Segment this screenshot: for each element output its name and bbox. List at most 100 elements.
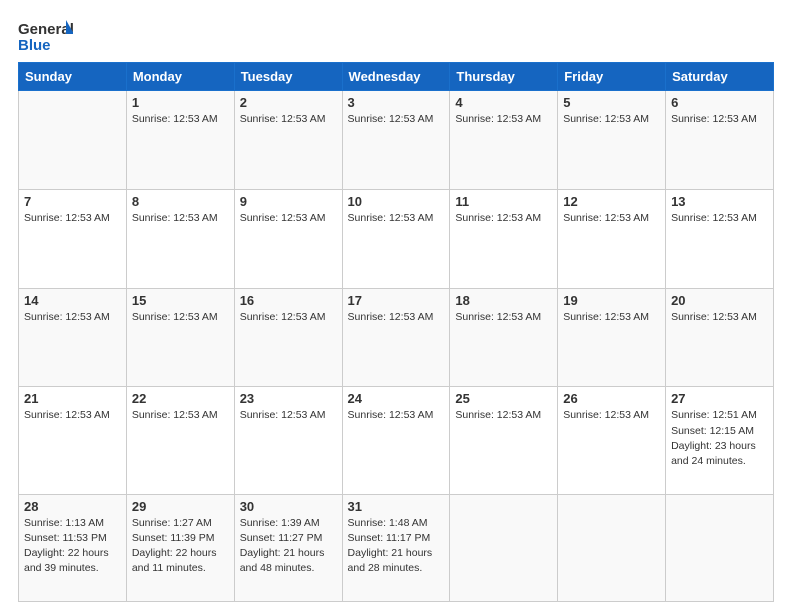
cell-day-number: 11 [455,194,552,209]
cell-day-number: 20 [671,293,768,308]
cell-day-number: 5 [563,95,660,110]
cell-info-text: Sunrise: 12:51 AM Sunset: 12:15 AM Dayli… [671,408,768,469]
table-row: 15 Sunrise: 12:53 AM [126,288,234,387]
table-row: 30 Sunrise: 1:39 AM Sunset: 11:27 PM Dayl… [234,494,342,601]
cell-info-text: Sunrise: 12:53 AM [240,310,337,325]
table-row: 4 Sunrise: 12:53 AM [450,91,558,190]
calendar-table: Sunday Monday Tuesday Wednesday Thursday… [18,62,774,602]
cell-info-text: Sunrise: 12:53 AM [563,112,660,127]
cell-info-text: Sunrise: 1:39 AM Sunset: 11:27 PM Daylig… [240,516,337,577]
table-row [19,91,127,190]
cell-day-number: 18 [455,293,552,308]
calendar-week-row: 28 Sunrise: 1:13 AM Sunset: 11:53 PM Dayl… [19,494,774,601]
cell-info-text: Sunrise: 12:53 AM [563,211,660,226]
cell-day-number: 14 [24,293,121,308]
cell-day-number: 29 [132,499,229,514]
table-row: 20 Sunrise: 12:53 AM [666,288,774,387]
cell-day-number: 31 [348,499,445,514]
cell-day-number: 7 [24,194,121,209]
table-row: 12 Sunrise: 12:53 AM [558,189,666,288]
table-row: 9 Sunrise: 12:53 AM [234,189,342,288]
table-row: 19 Sunrise: 12:53 AM [558,288,666,387]
col-sunday: Sunday [19,63,127,91]
cell-day-number: 13 [671,194,768,209]
cell-day-number: 6 [671,95,768,110]
cell-info-text: Sunrise: 12:53 AM [455,112,552,127]
cell-day-number: 16 [240,293,337,308]
svg-text:Blue: Blue [18,37,51,54]
table-row: 29 Sunrise: 1:27 AM Sunset: 11:39 PM Dayl… [126,494,234,601]
cell-info-text: Sunrise: 12:53 AM [348,310,445,325]
cell-day-number: 1 [132,95,229,110]
table-row: 26Sunrise: 12:53 AM [558,387,666,494]
table-row: 7 Sunrise: 12:53 AM [19,189,127,288]
cell-day-number: 3 [348,95,445,110]
cell-info-text: Sunrise: 12:53 AM [132,211,229,226]
cell-day-number: 24 [348,391,445,406]
cell-info-text: Sunrise: 12:53 AM [132,408,229,423]
table-row: 31 Sunrise: 1:48 AM Sunset: 11:17 PM Dayl… [342,494,450,601]
cell-day-number: 8 [132,194,229,209]
table-row: 1 Sunrise: 12:53 AM [126,91,234,190]
table-row: 24 Sunrise: 12:53 AM [342,387,450,494]
cell-day-number: 27 [671,391,768,406]
table-row: 10Sunrise: 12:53 AM [342,189,450,288]
cell-info-text: Sunrise: 12:53 AM [671,211,768,226]
cell-info-text: Sunrise: 12:53 AM [563,310,660,325]
table-row: 8 Sunrise: 12:53 AM [126,189,234,288]
table-row [558,494,666,601]
cell-day-number: 12 [563,194,660,209]
cell-day-number: 19 [563,293,660,308]
cell-day-number: 22 [132,391,229,406]
table-row: 28 Sunrise: 1:13 AM Sunset: 11:53 PM Dayl… [19,494,127,601]
cell-info-text: Sunrise: 12:53 AM [24,408,121,423]
calendar-week-row: 21 Sunrise: 12:53 AM 22 Sunrise: 12:53 AM 23… [19,387,774,494]
table-row: 25 Sunrise: 12:53 AM [450,387,558,494]
table-row: 18Sunrise: 12:53 AM [450,288,558,387]
cell-day-number: 9 [240,194,337,209]
calendar-week-row: 7 Sunrise: 12:53 AM 8 Sunrise: 12:53 AM 9 Sun… [19,189,774,288]
table-row: 21 Sunrise: 12:53 AM [19,387,127,494]
table-row: 13 Sunrise: 12:53 AM [666,189,774,288]
cell-day-number: 15 [132,293,229,308]
logo-svg: General Blue [18,18,73,56]
page: General Blue Sunday Monday Tuesday Wedne… [0,0,792,612]
svg-text:General: General [18,21,73,38]
col-thursday: Thursday [450,63,558,91]
cell-day-number: 30 [240,499,337,514]
table-row: 5 Sunrise: 12:53 AM [558,91,666,190]
calendar-week-row: 1Sunrise: 12:53 AM2Sunrise: 12:53 AM3Sun… [19,91,774,190]
table-row: 11 Sunrise: 12:53 AM [450,189,558,288]
logo: General Blue [18,18,73,56]
cell-info-text: Sunrise: 12:53 AM [240,211,337,226]
table-row: 22 Sunrise: 12:53 AM [126,387,234,494]
cell-info-text: Sunrise: 12:53 AM [132,112,229,127]
col-saturday: Saturday [666,63,774,91]
cell-day-number: 21 [24,391,121,406]
cell-day-number: 25 [455,391,552,406]
cell-info-text: Sunrise: 12:53 AM [24,211,121,226]
cell-info-text: Sunrise: 12:53 AM [455,211,552,226]
table-row: 3Sunrise: 12:53 AM [342,91,450,190]
cell-day-number: 2 [240,95,337,110]
cell-day-number: 28 [24,499,121,514]
cell-info-text: Sunrise: 1:13 AM Sunset: 11:53 PM Daylig… [24,516,121,577]
cell-info-text: Sunrise: 12:53 AM [671,310,768,325]
cell-info-text: Sunrise: 1:48 AM Sunset: 11:17 PM Daylig… [348,516,445,577]
table-row [450,494,558,601]
cell-info-text: Sunrise: 12:53 AM [132,310,229,325]
cell-day-number: 26 [563,391,660,406]
table-row: 6Sunrise: 12:53 AM [666,91,774,190]
table-row: 23Sunrise: 12:53 AM [234,387,342,494]
cell-day-number: 4 [455,95,552,110]
cell-day-number: 17 [348,293,445,308]
table-row: 14 Sunrise: 12:53 AM [19,288,127,387]
cell-info-text: Sunrise: 12:53 AM [455,408,552,423]
table-row: 27 Sunrise: 12:51 AM Sunset: 12:15 AM Day… [666,387,774,494]
cell-info-text: Sunrise: 1:27 AM Sunset: 11:39 PM Daylig… [132,516,229,577]
cell-info-text: Sunrise: 12:53 AM [24,310,121,325]
col-wednesday: Wednesday [342,63,450,91]
cell-info-text: Sunrise: 12:53 AM [240,112,337,127]
cell-info-text: Sunrise: 12:53 AM [348,408,445,423]
table-row: 17 Sunrise: 12:53 AM [342,288,450,387]
